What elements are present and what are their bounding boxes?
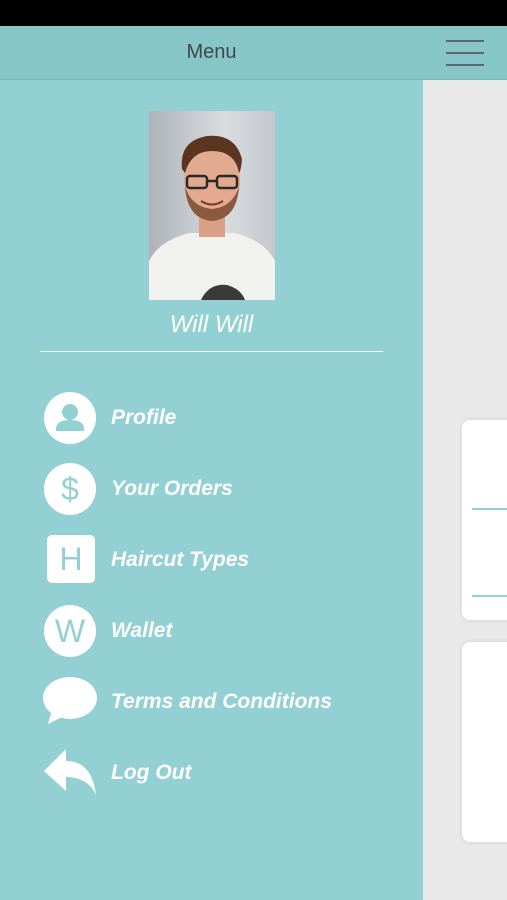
person-icon — [42, 390, 98, 446]
menu-item-your-orders[interactable]: $ Your Orders — [42, 461, 372, 517]
card-divider — [472, 508, 507, 510]
letter-h-glyph: H — [47, 535, 95, 583]
avatar[interactable] — [149, 111, 275, 300]
letter-w-glyph: W — [44, 605, 96, 657]
card-divider — [472, 595, 507, 597]
letter-w-icon: W — [42, 603, 98, 659]
menu-item-terms-and-conditions[interactable]: Terms and Conditions — [42, 674, 372, 730]
main-content-behind-drawer — [423, 80, 507, 900]
content-card[interactable] — [462, 420, 507, 620]
menu-item-label: Profile — [111, 406, 177, 429]
menu-item-label: Your Orders — [111, 477, 233, 500]
dollar-glyph: $ — [44, 463, 96, 515]
menu-item-haircut-types[interactable]: H Haircut Types — [42, 532, 372, 588]
content-card[interactable] — [462, 642, 507, 842]
dollar-icon: $ — [42, 461, 98, 517]
menu-item-profile[interactable]: Profile — [42, 390, 372, 446]
navigation-drawer: Will Will Profile $ Your Orders H Haircu… — [0, 80, 423, 900]
profile-photo — [149, 111, 275, 300]
user-name: Will Will — [169, 311, 254, 338]
top-app-bar: Menu — [0, 26, 507, 80]
menu-item-wallet[interactable]: W Wallet — [42, 603, 372, 659]
letter-h-icon: H — [42, 532, 98, 588]
status-bar — [0, 0, 507, 26]
menu-item-log-out[interactable]: Log Out — [42, 745, 372, 801]
menu-item-label: Wallet — [111, 619, 173, 642]
page-title: Menu — [186, 41, 237, 63]
divider — [40, 351, 383, 352]
menu-item-label: Log Out — [111, 761, 192, 784]
menu-item-label: Haircut Types — [111, 548, 250, 571]
speech-bubble-icon — [42, 674, 98, 730]
menu-item-label: Terms and Conditions — [111, 690, 332, 713]
hamburger-menu-icon[interactable] — [446, 40, 484, 66]
reply-arrow-icon — [42, 745, 98, 801]
